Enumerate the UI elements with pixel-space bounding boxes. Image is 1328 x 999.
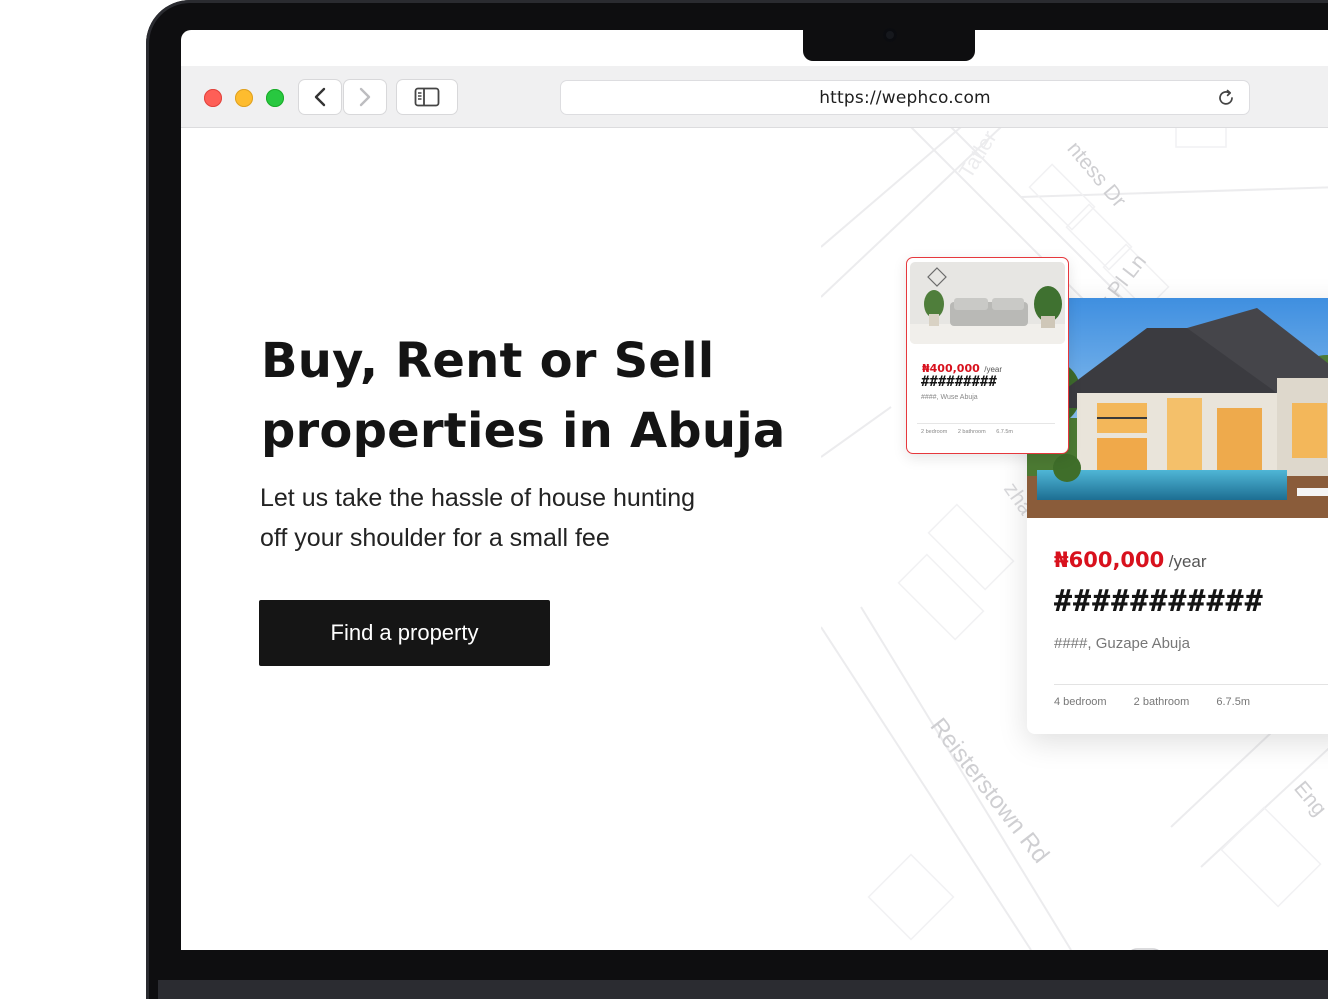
property-name: ######### (921, 374, 997, 390)
hero-title: Buy, Rent or Sell properties in Abuja (261, 326, 821, 466)
browser-toolbar: https://wephco.com (181, 66, 1328, 128)
bathroom-count: 2 bathroom (957, 429, 986, 435)
close-window-button[interactable] (204, 89, 222, 107)
price-period: /year (1168, 552, 1207, 571)
property-size: 6.7.5m (996, 429, 1014, 435)
property-location: ####, Wuse Abuja (921, 394, 978, 401)
chevron-right-icon (359, 87, 371, 107)
reload-button[interactable] (1215, 87, 1237, 114)
camera-icon (883, 28, 897, 42)
hero-subtitle-line: Let us take the hassle of house hunting (260, 484, 696, 512)
laptop-base (158, 980, 1328, 999)
back-button[interactable] (299, 80, 341, 114)
forward-button[interactable] (344, 80, 386, 114)
property-photo (910, 262, 1065, 344)
price-row: ₦600,000 /year (1054, 548, 1207, 572)
bedroom-count: 2 bedroom (921, 429, 948, 435)
price: ₦600,000 (1054, 548, 1165, 572)
sidebar-toggle-button[interactable] (397, 80, 457, 114)
find-property-button[interactable]: Find a property (259, 600, 550, 666)
chevron-left-icon (314, 87, 326, 107)
hero-subtitle-line: off your shoulder for a small fee (260, 524, 610, 552)
price-period: /year (984, 365, 1003, 374)
hero-subtitle: Let us take the hassle of house hunting … (260, 478, 780, 558)
divider (917, 423, 1055, 424)
url-text: https://wephco.com (819, 88, 991, 108)
browser-window: 140 Tatler ntess Dr New Pl Ln Reistersto… (181, 30, 1328, 950)
property-card-secondary[interactable]: ₦400,000 /year ######### ####, Wuse Abuj… (906, 257, 1069, 454)
minimize-window-button[interactable] (235, 89, 253, 107)
maximize-window-button[interactable] (266, 89, 284, 107)
mockup-stage: 140 Tatler ntess Dr New Pl Ln Reistersto… (0, 0, 1328, 999)
hero-title-line: Buy, Rent or Sell (261, 333, 715, 389)
property-features: 4 bedroom 2 bathroom 6.7.5m (1054, 696, 1274, 708)
property-features: 2 bedroom 2 bathroom 6.7.5m (921, 429, 1022, 435)
sidebar-icon (414, 87, 440, 107)
divider (1054, 684, 1328, 685)
bedroom-count: 4 bedroom (1054, 696, 1107, 708)
property-photo (1027, 298, 1328, 518)
bathroom-count: 2 bathroom (1133, 696, 1190, 708)
reload-icon (1219, 89, 1233, 105)
hero-title-line: properties in Abuja (261, 403, 786, 459)
camera-notch (803, 28, 975, 61)
address-bar[interactable]: https://wephco.com (561, 81, 1249, 114)
property-size: 6.7.5m (1216, 696, 1251, 708)
house-photo-image (1027, 298, 1328, 518)
property-name: ########### (1054, 584, 1264, 619)
property-location: ####, Guzape Abuja (1054, 635, 1190, 652)
property-card-featured[interactable]: ₦600,000 /year ########### ####, Guzape … (1027, 298, 1328, 734)
living-room-photo-image (910, 262, 1065, 344)
